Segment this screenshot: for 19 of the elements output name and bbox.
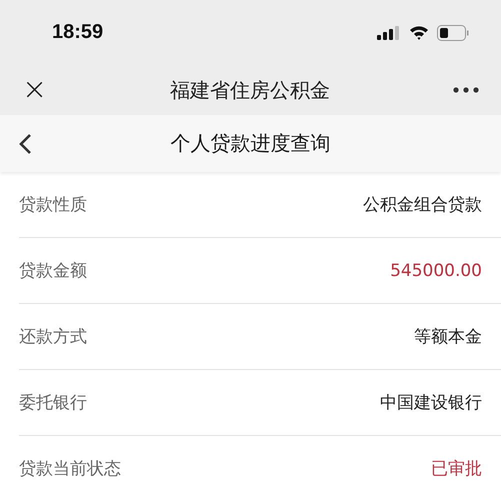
field-label: 贷款性质 <box>19 194 87 216</box>
status-time: 18:59 <box>52 21 104 44</box>
page-title: 福建省住房公积金 <box>170 76 330 104</box>
field-value: 545000.00 <box>390 260 482 280</box>
back-icon[interactable] <box>18 132 34 154</box>
field-value: 已审批 <box>431 458 482 480</box>
section-title: 个人贷款进度查询 <box>170 130 332 157</box>
field-value: 中国建设银行 <box>380 392 482 414</box>
field-label: 贷款金额 <box>19 260 87 282</box>
field-label: 委托银行 <box>19 392 87 414</box>
field-label: 还款方式 <box>19 326 87 348</box>
battery-icon <box>437 24 469 40</box>
field-value: 等额本金 <box>414 326 482 348</box>
field-label: 贷款当前状态 <box>19 458 121 480</box>
field-value: 公积金组合贷款 <box>363 194 482 216</box>
close-button[interactable]: × <box>22 75 48 105</box>
more-icon[interactable] <box>452 87 479 93</box>
signal-icon <box>377 26 401 40</box>
wifi-icon <box>409 25 429 40</box>
